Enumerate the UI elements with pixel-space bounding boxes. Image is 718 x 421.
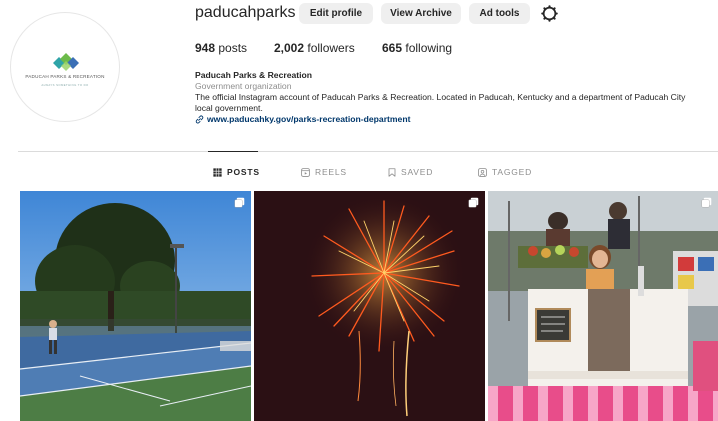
ad-tools-button[interactable]: Ad tools	[469, 3, 530, 24]
fireworks-photo	[254, 191, 485, 421]
bio-category: Government organization	[195, 81, 292, 91]
tabs-divider	[18, 151, 718, 152]
bio-link-text: www.paducahky.gov/parks-recreation-depar…	[207, 114, 411, 124]
bio-website-link[interactable]: www.paducahky.gov/parks-recreation-depar…	[195, 114, 695, 125]
tab-reels[interactable]: REELS	[301, 167, 347, 177]
following-label: following	[405, 41, 453, 55]
bio-description: The official Instagram account of Paduca…	[195, 92, 686, 113]
profile-bio: Paducah Parks & Recreation Government or…	[195, 70, 695, 125]
followers-label: followers	[307, 41, 355, 55]
view-archive-button[interactable]: View Archive	[381, 3, 461, 24]
post-market-booth[interactable]	[488, 191, 718, 421]
gear-icon[interactable]	[541, 5, 558, 22]
posts-count-stat: 948 posts	[195, 41, 247, 55]
tab-saved[interactable]: SAVED	[388, 167, 433, 177]
post-tennis-court[interactable]	[20, 191, 251, 421]
edit-profile-button[interactable]: Edit profile	[299, 3, 373, 24]
tab-tagged[interactable]: TAGGED	[478, 167, 532, 177]
posts-count: 948	[195, 41, 216, 55]
avatar-tagline: ALWAYS SOMETHING TO DO	[41, 83, 89, 87]
market-booth-photo	[488, 191, 718, 421]
followers-count: 2,002	[274, 41, 305, 55]
multi-photo-icon	[468, 197, 479, 208]
profile-username: paducahparks	[195, 4, 296, 21]
following-count-link[interactable]: 665 following	[382, 41, 452, 55]
multi-photo-icon	[234, 197, 245, 208]
following-count: 665	[382, 41, 403, 55]
tagged-icon	[478, 167, 487, 177]
tab-saved-label: SAVED	[401, 167, 434, 177]
posts-label: posts	[218, 41, 248, 55]
tennis-court-photo	[20, 191, 251, 421]
link-icon	[195, 115, 204, 124]
tab-tagged-label: TAGGED	[492, 167, 533, 177]
post-fireworks[interactable]	[254, 191, 485, 421]
active-tab-indicator	[208, 151, 258, 152]
profile-avatar[interactable]: PADUCAH PARKS & RECREATION ALWAYS SOMETH…	[10, 12, 120, 122]
bookmark-icon	[388, 167, 396, 177]
bio-name: Paducah Parks & Recreation	[195, 70, 313, 80]
grid-icon	[213, 167, 222, 177]
reels-icon	[301, 167, 310, 177]
avatar-org-text: PADUCAH PARKS & RECREATION	[25, 74, 105, 79]
parks-logo-icon	[53, 53, 79, 71]
multi-photo-icon	[701, 197, 712, 208]
tab-reels-label: REELS	[315, 167, 347, 177]
tab-posts[interactable]: POSTS	[213, 167, 260, 177]
tab-posts-label: POSTS	[227, 167, 260, 177]
followers-count-link[interactable]: 2,002 followers	[274, 41, 355, 55]
